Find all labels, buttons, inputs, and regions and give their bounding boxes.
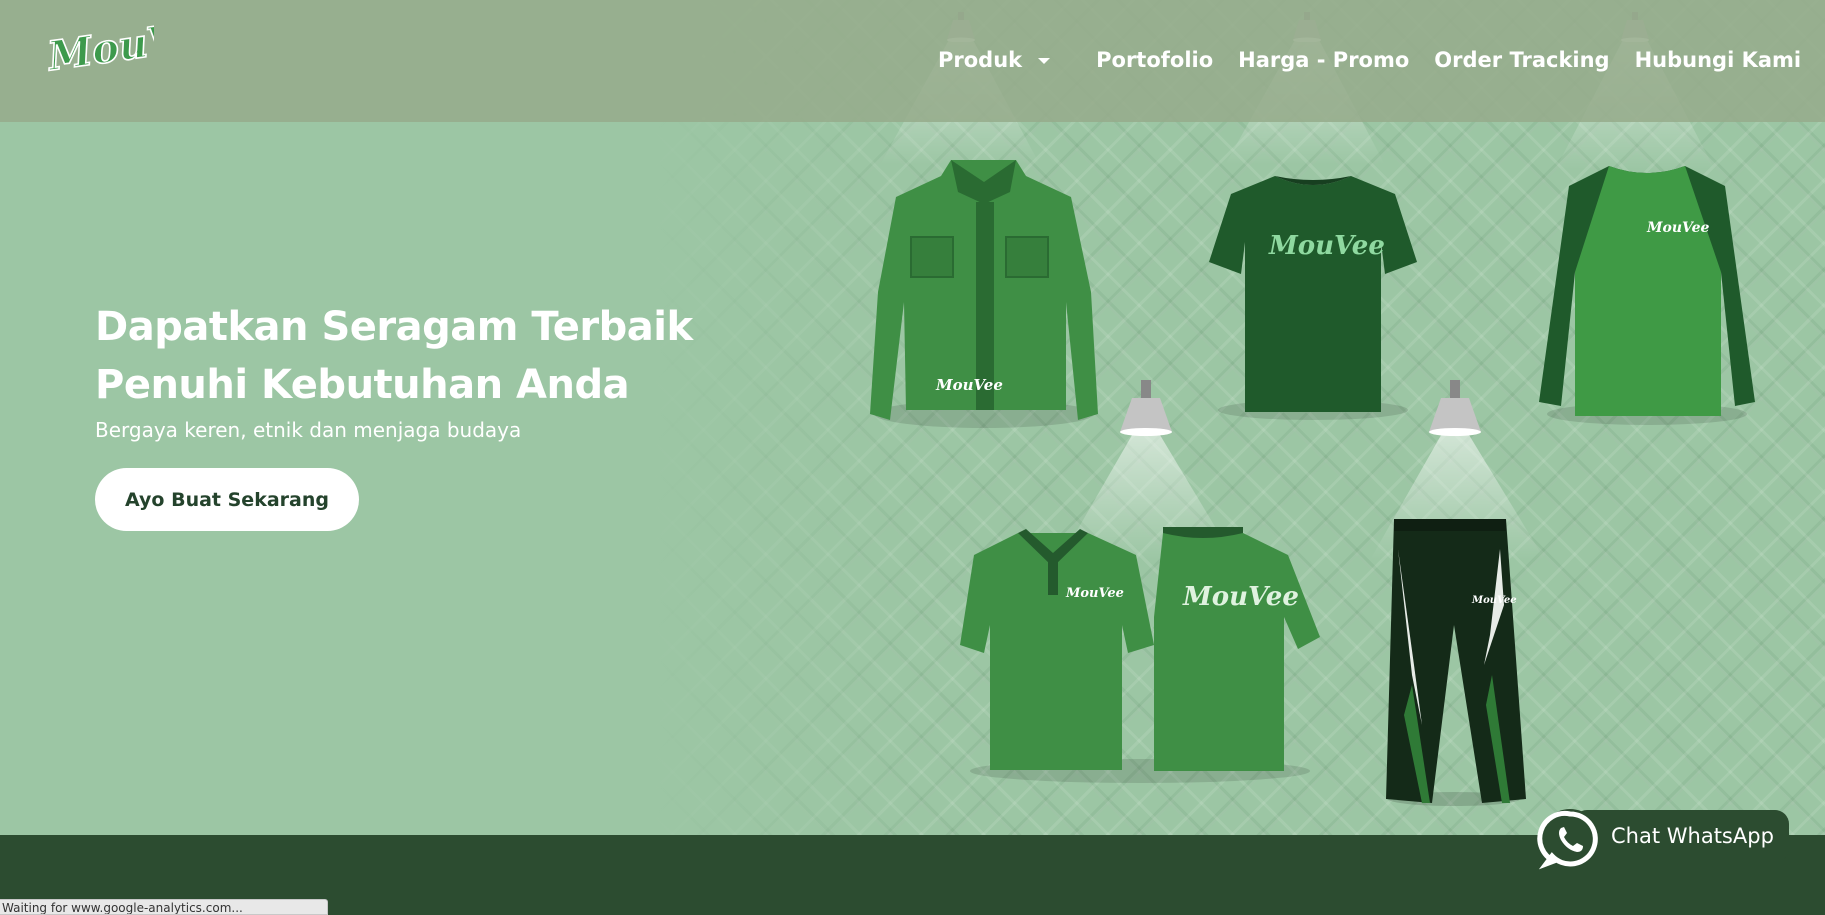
- nav-harga-promo[interactable]: Harga - Promo: [1238, 48, 1409, 72]
- browser-status-bar: Waiting for www.google-analytics.com...: [0, 899, 328, 915]
- lamp-icon: [1429, 380, 1481, 436]
- whatsapp-chat-button[interactable]: Chat WhatsApp: [1537, 806, 1789, 870]
- product-pants[interactable]: MouVee: [1382, 515, 1527, 807]
- print-text: MouVee: [1182, 582, 1299, 612]
- nav-portofolio[interactable]: Portofolio: [1096, 48, 1213, 72]
- nav-produk-label: Produk: [938, 48, 1023, 72]
- nav-produk[interactable]: Produk: [938, 48, 1051, 72]
- hero-subline: Bergaya keren, etnik dan menjaga budaya: [95, 418, 522, 442]
- hero-headline-line1: Dapatkan Seragam Terbaik: [95, 304, 693, 350]
- whatsapp-icon: [1537, 809, 1600, 870]
- hero-headline: Dapatkan Seragam Terbaik Penuhi Kebutuha…: [95, 298, 715, 414]
- product-tshirt[interactable]: MouVee: [1205, 172, 1420, 422]
- site-header: MouVee Produk Portofolio Harga - Promo O…: [0, 0, 1825, 122]
- nav-order-tracking[interactable]: Order Tracking: [1434, 48, 1609, 72]
- logo-text: MouVee: [44, 12, 154, 80]
- cta-button[interactable]: Ayo Buat Sekarang: [95, 468, 359, 531]
- print-text: MouVee: [1646, 220, 1709, 236]
- nav-hubungi-kami[interactable]: Hubungi Kami: [1635, 48, 1802, 72]
- print-text: MouVee: [1268, 231, 1385, 261]
- print-text: MouVee: [1065, 586, 1124, 601]
- whatsapp-label: Chat WhatsApp: [1611, 824, 1774, 848]
- mouvee-logo[interactable]: MouVee: [44, 12, 154, 82]
- product-shirt[interactable]: MouVee: [866, 152, 1101, 432]
- lamp-icon: [1120, 380, 1172, 436]
- main-nav: Produk Portofolio Harga - Promo Order Tr…: [938, 45, 1801, 75]
- print-text: MouVee: [1471, 595, 1517, 606]
- product-raglan[interactable]: MouVee: [1535, 162, 1760, 427]
- hero-headline-line2: Penuhi Kebutuhan Anda: [95, 362, 630, 408]
- print-text: MouVee: [935, 376, 1003, 394]
- chevron-down-icon: [1038, 58, 1051, 64]
- product-polo[interactable]: MouVee MouVee: [958, 525, 1323, 785]
